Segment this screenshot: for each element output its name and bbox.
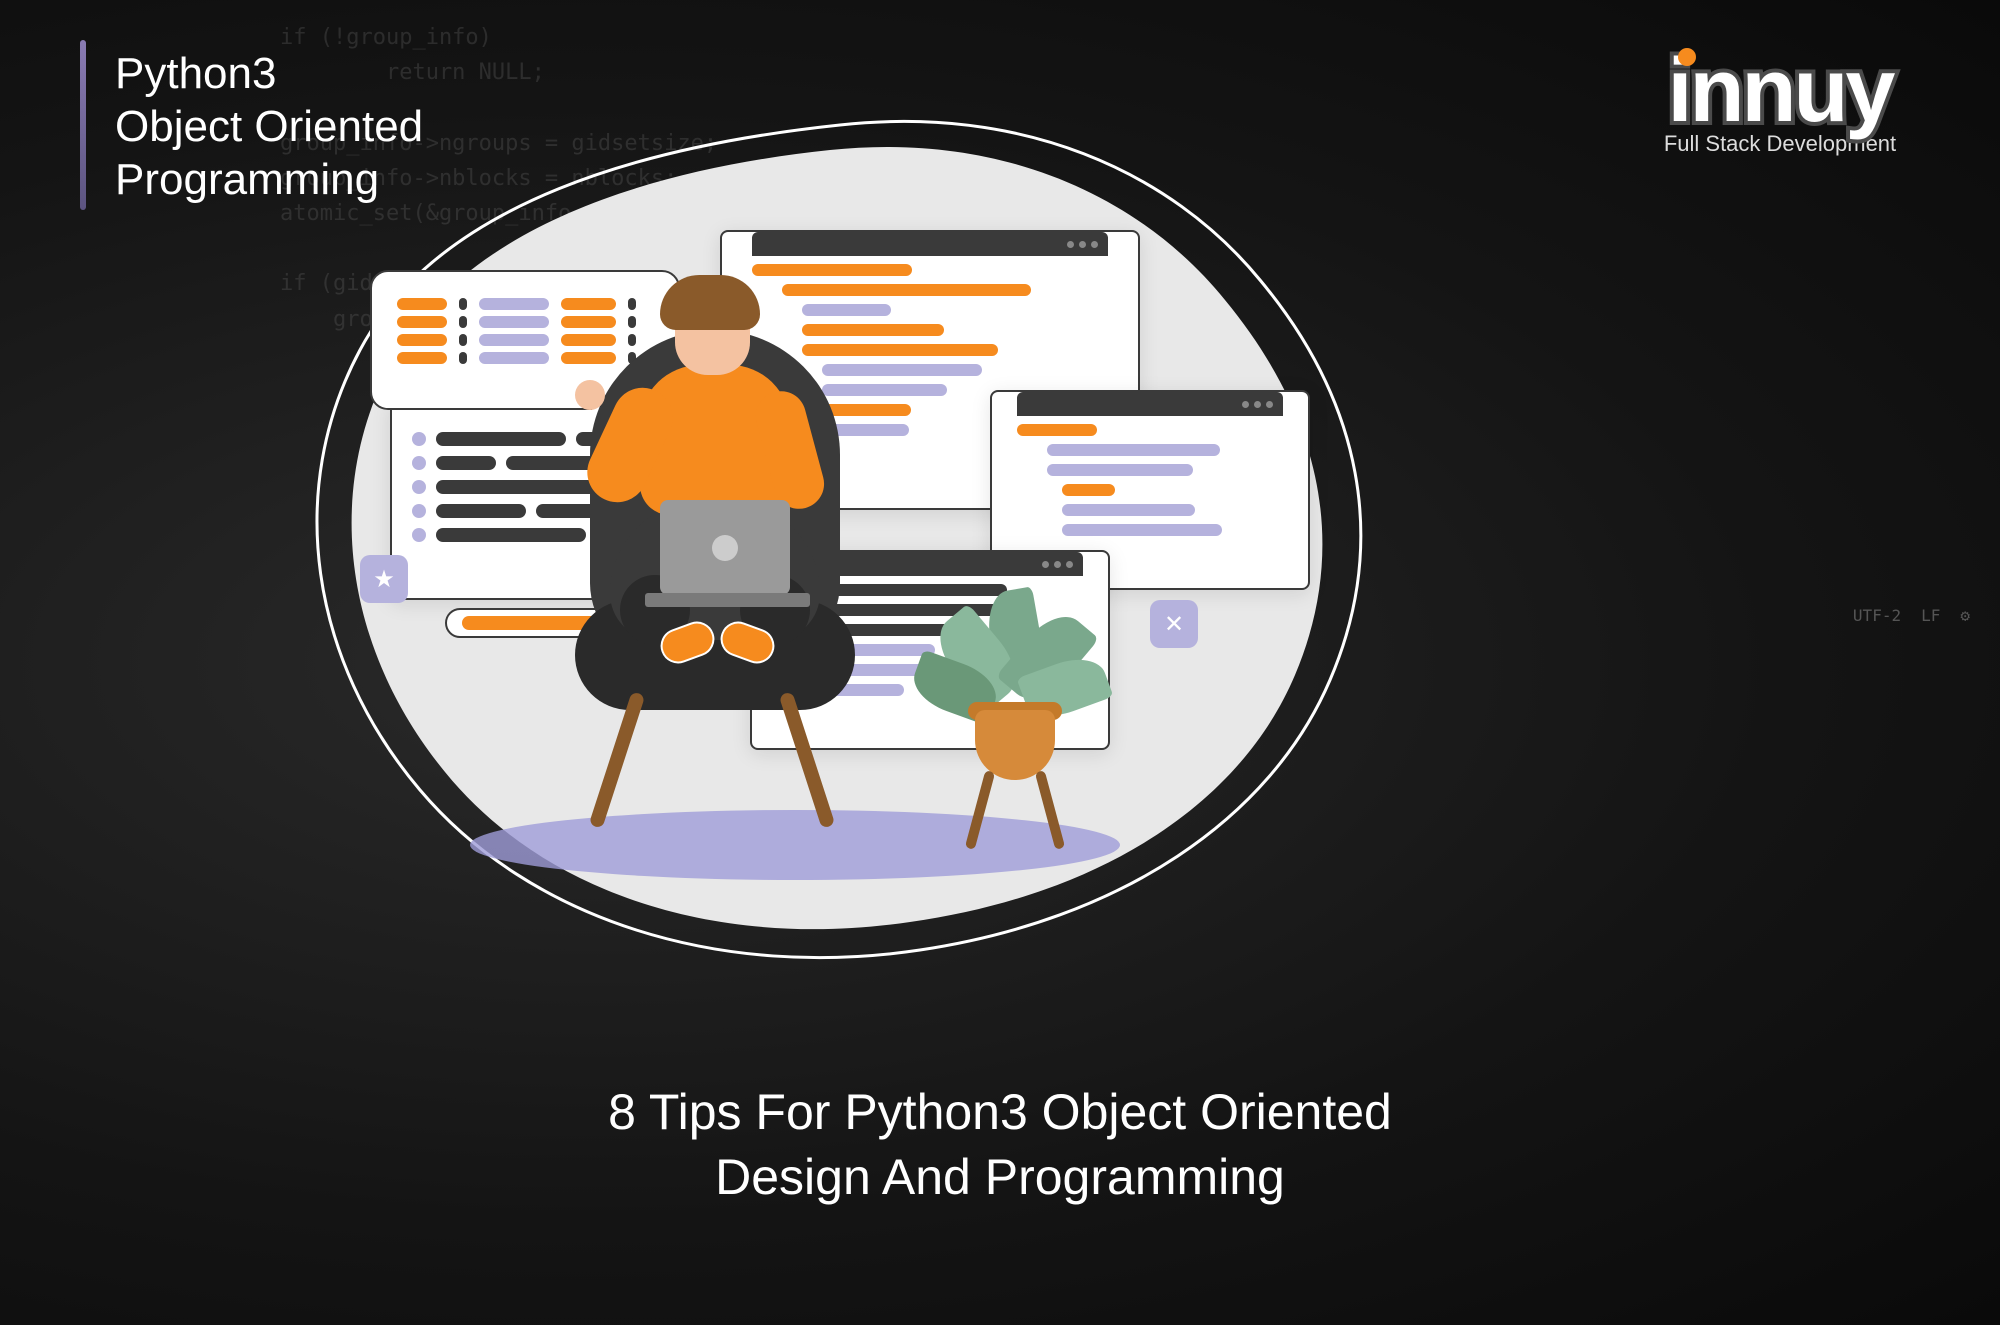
header-accent-bar xyxy=(80,40,86,210)
editor-status-text: UTF-2 LF ⚙ xyxy=(1853,606,1970,625)
close-star-icon: ✕ xyxy=(1150,600,1198,648)
hero-illustration: ★ ✕ xyxy=(370,200,1220,880)
logo-wordmark: innuy xyxy=(1668,40,1893,143)
laptop-icon xyxy=(660,500,790,595)
window-controls xyxy=(1017,392,1283,416)
logo-dot-icon xyxy=(1678,48,1696,66)
status-encoding: UTF-2 xyxy=(1853,606,1901,625)
star-icon: ★ xyxy=(360,555,408,603)
window-controls xyxy=(752,232,1108,256)
main-title: 8 Tips For Python3 Object Oriented Desig… xyxy=(0,1080,2000,1210)
title-line-1: 8 Tips For Python3 Object Oriented xyxy=(0,1080,2000,1145)
header-line-1: Python3 xyxy=(115,48,423,101)
plant-illustration xyxy=(930,590,1090,850)
developer-illustration xyxy=(570,285,860,705)
title-line-2: Design And Programming xyxy=(0,1145,2000,1210)
status-line-ending: LF xyxy=(1921,606,1940,625)
brand-logo: innuy Full Stack Development xyxy=(1610,40,1950,190)
